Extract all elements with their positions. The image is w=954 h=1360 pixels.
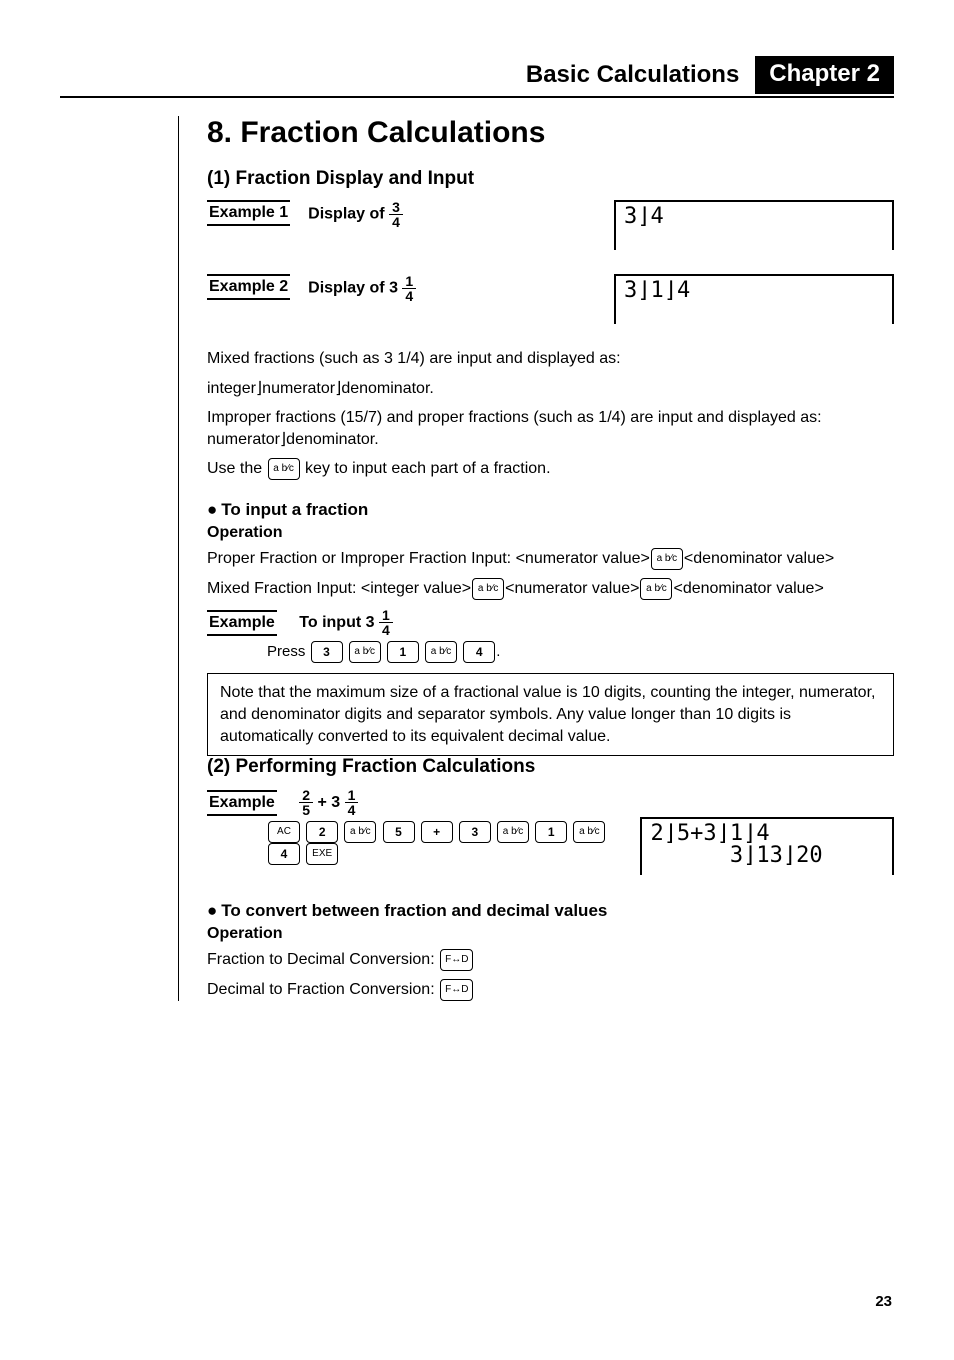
denominator: 4 [389,215,403,229]
abc-key-icon: a b⁄c [268,458,300,480]
text: Fraction to Decimal Conversion: [207,951,439,968]
example-2-text: Display of 3 [308,280,398,297]
calculator-display: 3⌋4 [614,200,894,250]
example-label: Example [207,610,277,636]
plus-key-icon: + [421,821,453,843]
ac-key-icon: AC [268,821,300,843]
key-4-icon: 4 [463,641,495,663]
fraction-icon: 1 4 [345,788,359,817]
operation-line: Mixed Fraction Input: <integer value>a b… [207,578,894,600]
key-5-icon: 5 [383,821,415,843]
fd-key-icon: F↔D [440,979,473,1001]
example-label: Example [207,790,277,816]
example-1-row: Example 1 Display of 3 4 3⌋4 [207,200,894,250]
bullet-heading: To convert between fraction and decimal … [207,901,894,921]
abc-key-icon: a b⁄c [651,548,683,570]
numerator: 3 [389,200,403,215]
fraction-icon: 2 5 [299,788,313,817]
text: <denominator value> [684,551,834,568]
paragraph: Use the a b⁄c key to input each part of … [207,458,894,480]
section-title: 8. Fraction Calculations [207,116,894,150]
numerator: 2 [299,788,313,803]
denominator: 4 [345,803,359,817]
bullet-heading: To input a fraction [207,500,894,520]
header-title: Basic Calculations [526,61,739,89]
subsection-2-title: (2) Performing Fraction Calculations [207,756,894,778]
subsection-1-title: (1) Fraction Display and Input [207,168,894,190]
example-1-label: Example 1 [207,200,290,226]
exe-key-icon: EXE [306,843,338,865]
fraction-icon: 3 4 [389,200,403,229]
conversion-line: Decimal to Fraction Conversion: F↔D [207,979,894,1001]
abc-key-icon: a b⁄c [425,641,457,663]
example-1-text: Display of [308,206,384,223]
key-1-icon: 1 [535,821,567,843]
key-1-icon: 1 [387,641,419,663]
calc-key-row: AC 2 a b⁄c 5 + 3 a b⁄c 1 a b⁄c 4 EXE 2⌋5… [207,817,894,875]
denominator: 4 [402,289,416,303]
key-2-icon: 2 [306,821,338,843]
fraction-icon: 1 4 [402,274,416,303]
key-4-icon: 4 [268,843,300,865]
operation-line: Proper Fraction or Improper Fraction Inp… [207,548,894,570]
numerator: 1 [345,788,359,803]
text: Press [267,643,310,660]
operation-heading: Operation [207,925,894,943]
conversion-line: Fraction to Decimal Conversion: F↔D [207,949,894,971]
example-input-row: Example To input 3 1 4 [207,608,894,637]
example-1-body: Display of 3 4 [308,200,614,229]
text: + 3 [318,794,341,811]
calculator-display: 2⌋5+3⌋1⌋4 3⌋13⌋20 [640,817,894,875]
paragraph: Improper fractions (15/7) and proper fra… [207,407,894,450]
abc-key-icon: a b⁄c [344,821,376,843]
example-calc-row: Example 2 5 + 3 1 4 [207,788,894,817]
abc-key-icon: a b⁄c [349,641,381,663]
abc-key-icon: a b⁄c [573,821,605,843]
example-2-label: Example 2 [207,274,290,300]
note-box: Note that the maximum size of a fraction… [207,673,894,756]
text: Mixed Fraction Input: <integer value> [207,581,471,598]
abc-key-icon: a b⁄c [497,821,529,843]
calculator-display: 3⌋1⌋4 [614,274,894,324]
header-chapter: Chapter 2 [755,56,894,94]
numerator: 1 [402,274,416,289]
fd-key-icon: F↔D [440,949,473,971]
paragraph: Mixed fractions (such as 3 1/4) are inpu… [207,348,894,370]
press-line: Press 3 a b⁄c 1 a b⁄c 4. [267,641,894,663]
text: Proper Fraction or Improper Fraction Inp… [207,551,650,568]
key-3-icon: 3 [459,821,491,843]
abc-key-icon: a b⁄c [472,578,504,600]
example-text: To input 3 [299,614,374,631]
denominator: 5 [299,803,313,817]
example-2-body: Display of 3 1 4 [308,274,614,303]
example-body: 2 5 + 3 1 4 [299,794,358,811]
text: . [496,643,500,660]
key-sequence: AC 2 a b⁄c 5 + 3 a b⁄c 1 a b⁄c 4 EXE [267,821,640,865]
header-bar: Basic Calculations Chapter 2 [60,56,894,98]
paragraph: integer⌋numerator⌋denominator. [207,378,894,400]
fraction-icon: 1 4 [379,608,393,637]
denominator: 4 [379,623,393,637]
example-2-row: Example 2 Display of 3 1 4 3⌋1⌋4 [207,274,894,324]
key-3-icon: 3 [311,641,343,663]
text: <denominator value> [673,581,823,598]
text: Decimal to Fraction Conversion: [207,981,439,998]
text: <numerator value> [505,581,639,598]
example-body: To input 3 1 4 [299,614,393,631]
text: key to input each part of a fraction. [301,461,551,478]
page-number: 23 [875,1293,892,1310]
abc-key-icon: a b⁄c [640,578,672,600]
text: Use the [207,461,267,478]
operation-heading: Operation [207,524,894,542]
content-column: 8. Fraction Calculations (1) Fraction Di… [178,116,894,1001]
numerator: 1 [379,608,393,623]
